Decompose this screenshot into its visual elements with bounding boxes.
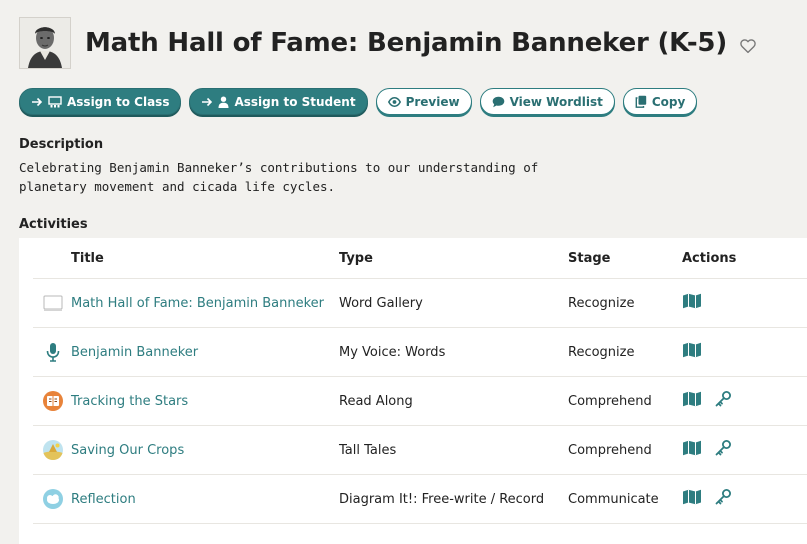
- action-toolbar: Assign to Class Assign to Student Previe…: [19, 88, 698, 115]
- description-line: planetary movement and cicada life cycle…: [19, 179, 336, 194]
- activity-type: Word Gallery: [339, 278, 568, 328]
- actions-column-header: Actions: [682, 238, 807, 279]
- activity-title-link[interactable]: Reflection: [71, 492, 136, 507]
- activity-stage: Comprehend: [568, 376, 682, 426]
- activities-panel: Title Type Stage Actions Math Hall of Fa…: [19, 238, 807, 544]
- banneker-portrait: [19, 17, 71, 69]
- view-wordlist-label: View Wordlist: [509, 94, 603, 109]
- page-title: Math Hall of Fame: Benjamin Banneker (K-…: [85, 28, 728, 58]
- stage-column-header: Stage: [568, 238, 682, 279]
- assign-to-class-label: Assign to Class: [67, 94, 170, 109]
- word-gallery-icon: [42, 292, 64, 314]
- table-row: Math Hall of Fame: Benjamin Banneker Wor…: [33, 278, 807, 328]
- map-icon[interactable]: [682, 489, 702, 509]
- heart-icon[interactable]: [739, 37, 757, 55]
- view-wordlist-button[interactable]: View Wordlist: [479, 88, 615, 115]
- map-icon[interactable]: [682, 293, 702, 313]
- activity-title-link[interactable]: Tracking the Stars: [71, 394, 188, 409]
- activities-heading: Activities: [19, 217, 88, 232]
- activity-type: Read Along: [339, 376, 568, 426]
- activity-type: My Voice: Words: [339, 327, 568, 377]
- activity-title-link[interactable]: Benjamin Banneker: [71, 345, 198, 360]
- activity-stage: Comprehend: [568, 425, 682, 475]
- copy-label: Copy: [651, 94, 686, 109]
- map-icon[interactable]: [682, 440, 702, 460]
- type-column-header: Type: [339, 238, 568, 279]
- page-header: Math Hall of Fame: Benjamin Banneker (K-…: [19, 17, 757, 69]
- icon-column-header: [33, 238, 71, 279]
- activity-stage: Communicate: [568, 474, 682, 524]
- table-row: Benjamin Banneker My Voice: Words Recogn…: [33, 327, 807, 377]
- key-icon[interactable]: [714, 390, 732, 412]
- map-icon[interactable]: [682, 342, 702, 362]
- student-icon: [218, 96, 229, 108]
- diagram-icon: [42, 488, 64, 510]
- table-row: Tracking the Stars Read Along Comprehend: [33, 376, 807, 426]
- activity-stage: Recognize: [568, 327, 682, 377]
- preview-label: Preview: [405, 94, 460, 109]
- description-line: Celebrating Benjamin Banneker’s contribu…: [19, 160, 539, 175]
- description-heading: Description: [19, 137, 104, 152]
- assign-to-student-label: Assign to Student: [234, 94, 356, 109]
- classroom-icon: [48, 95, 62, 108]
- title-column-header: Title: [71, 238, 339, 279]
- tall-tales-icon: [42, 439, 64, 461]
- arrow-right-icon: [201, 96, 213, 108]
- table-header-row: Title Type Stage Actions: [33, 238, 807, 279]
- key-icon[interactable]: [714, 488, 732, 510]
- preview-button[interactable]: Preview: [375, 88, 472, 115]
- table-row: Saving Our Crops Tall Tales Comprehend: [33, 425, 807, 475]
- table-row: Reflection Diagram It!: Free-write / Rec…: [33, 474, 807, 524]
- activity-stage: Recognize: [568, 278, 682, 328]
- assign-to-student-button[interactable]: Assign to Student: [189, 88, 368, 115]
- speech-bubble-icon: [492, 96, 505, 108]
- activity-type: Tall Tales: [339, 425, 568, 475]
- eye-icon: [387, 96, 401, 107]
- arrow-right-icon: [31, 96, 43, 108]
- copy-icon: [635, 95, 647, 108]
- description-text: Celebrating Benjamin Banneker’s contribu…: [19, 158, 619, 196]
- activity-title-link[interactable]: Saving Our Crops: [71, 443, 184, 458]
- copy-button[interactable]: Copy: [622, 88, 698, 115]
- map-icon[interactable]: [682, 391, 702, 411]
- read-along-icon: [42, 390, 64, 412]
- assign-to-class-button[interactable]: Assign to Class: [19, 88, 182, 115]
- activity-type: Diagram It!: Free-write / Record: [339, 474, 568, 524]
- microphone-icon: [42, 341, 64, 363]
- activity-title-link[interactable]: Math Hall of Fame: Benjamin Banneker: [71, 296, 324, 311]
- key-icon[interactable]: [714, 439, 732, 461]
- activities-table: Title Type Stage Actions Math Hall of Fa…: [33, 238, 807, 524]
